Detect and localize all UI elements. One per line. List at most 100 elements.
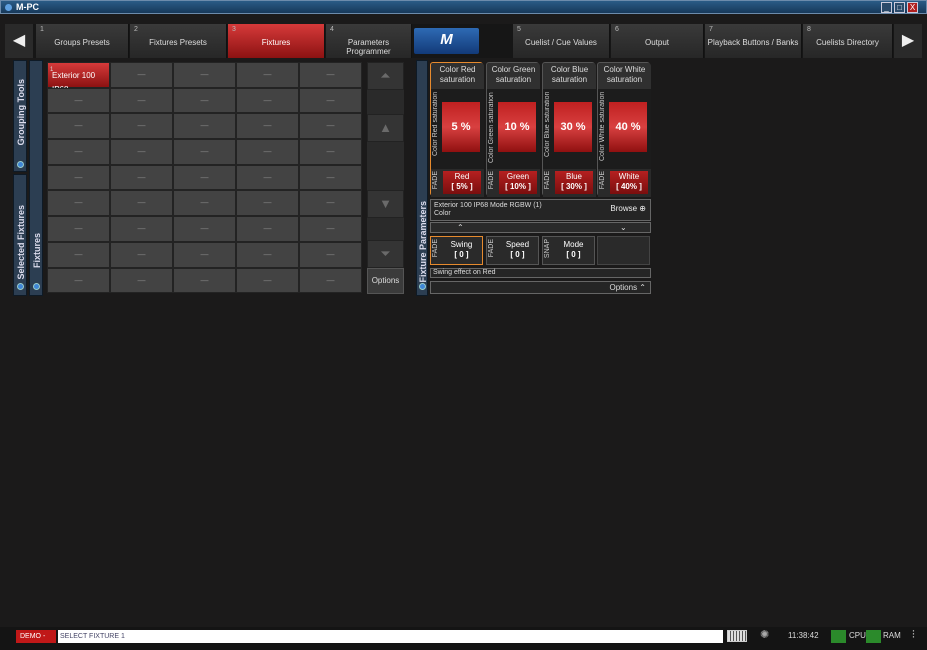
next-tab-arrow-icon[interactable]: ▶: [894, 24, 922, 58]
scroll-top-icon[interactable]: ⏶: [367, 62, 404, 90]
fixture-cell-selected[interactable]: 1Exterior 100 IP68: [47, 62, 110, 94]
tab-groups-presets[interactable]: 1 Groups Presets: [36, 24, 129, 58]
fixture-cell-empty[interactable]: —: [173, 190, 236, 217]
fixture-cell-empty[interactable]: —: [47, 164, 110, 191]
fixture-cell-empty[interactable]: —: [299, 267, 362, 294]
fixture-cell-empty[interactable]: —: [47, 87, 110, 114]
fixture-cell-empty[interactable]: —: [173, 241, 236, 268]
param-speed[interactable]: FADE Speed[ 0 ]: [486, 236, 539, 265]
fixture-cell-empty[interactable]: —: [110, 190, 173, 217]
previous-tab-arrow-icon[interactable]: ◀: [5, 24, 33, 58]
tab-output[interactable]: 6 Output: [611, 24, 704, 58]
param-card-white[interactable]: Color White saturation Color White satur…: [597, 62, 651, 197]
fixture-cell-empty[interactable]: —: [173, 113, 236, 140]
tab-fixtures-presets[interactable]: 2 Fixtures Presets: [130, 24, 227, 58]
panel-toggle-icon[interactable]: [33, 283, 40, 290]
fixture-cell-empty[interactable]: —: [173, 164, 236, 191]
fixture-cell-empty[interactable]: —: [299, 87, 362, 114]
fixture-cell-empty[interactable]: —: [299, 113, 362, 140]
param-card-green[interactable]: Color Green saturation Color Green satur…: [486, 62, 540, 197]
fixture-cell-empty[interactable]: —: [47, 113, 110, 140]
fixture-cell-empty[interactable]: —: [299, 62, 362, 88]
fixture-cell-empty[interactable]: —: [110, 164, 173, 191]
fixture-cell-empty[interactable]: —: [173, 267, 236, 294]
fixture-cell-empty[interactable]: —: [110, 216, 173, 242]
grid-options-button[interactable]: Options: [367, 268, 404, 294]
chevron-up-icon[interactable]: ⌃: [457, 223, 464, 232]
param-fade[interactable]: FADE Red[ 5% ]: [431, 169, 484, 197]
fixture-cell-empty[interactable]: —: [299, 139, 362, 165]
parameters-options-button[interactable]: Options ⌃: [430, 281, 651, 294]
tab-cuelists-directory[interactable]: 8 Cuelists Directory: [803, 24, 893, 58]
mixer-icon[interactable]: ⫶: [912, 629, 915, 642]
param-fade[interactable]: FADE Green[ 10% ]: [487, 169, 540, 197]
tab-parameters-programmer[interactable]: 4 Parameters Programmer: [326, 24, 412, 58]
minimize-button[interactable]: _: [881, 2, 892, 13]
tab-cuelist-cue-values[interactable]: 5 Cuelist / Cue Values: [513, 24, 610, 58]
demo-mode-button[interactable]: DEMO -: [16, 630, 56, 643]
fixture-cell-empty[interactable]: —: [236, 113, 299, 140]
mpc-logo-button[interactable]: M: [414, 28, 479, 54]
fixture-cell-empty[interactable]: —: [47, 241, 110, 268]
command-line-input[interactable]: SELECT FIXTURE 1: [58, 630, 723, 643]
fixture-cell-empty[interactable]: —: [236, 139, 299, 165]
fixture-cell-empty[interactable]: —: [299, 216, 362, 242]
tab-fixtures[interactable]: 3 Fixtures: [228, 24, 325, 58]
fixture-cell-empty[interactable]: —: [236, 87, 299, 114]
param-number: [ 0 ]: [566, 250, 581, 259]
fixture-cell-empty[interactable]: —: [236, 216, 299, 242]
fixture-cell-empty[interactable]: —: [299, 241, 362, 268]
grouping-tools-panel[interactable]: Grouping Tools: [13, 60, 27, 172]
browse-button[interactable]: Browse ⊕: [610, 205, 646, 213]
selected-fixtures-panel[interactable]: Selected Fixtures: [13, 174, 27, 296]
fixture-cell-empty[interactable]: —: [236, 190, 299, 217]
param-body[interactable]: Color Red saturation 5 %: [431, 89, 484, 169]
param-fade[interactable]: FADE Blue[ 30% ]: [543, 169, 596, 197]
scroll-bottom-icon[interactable]: ⏷: [367, 240, 404, 268]
chevron-down-icon[interactable]: ⌄: [620, 223, 627, 232]
param-card-red[interactable]: Color Red saturation Color Red saturatio…: [430, 62, 484, 197]
fixture-cell-empty[interactable]: —: [110, 62, 173, 88]
param-value: 5 %: [442, 102, 480, 152]
param-fade[interactable]: FADE White[ 40% ]: [598, 169, 651, 197]
fixture-cell-empty[interactable]: —: [173, 216, 236, 242]
fixture-cell-empty[interactable]: —: [47, 139, 110, 165]
param-mode[interactable]: SNAP Mode[ 0 ]: [542, 236, 595, 265]
panel-toggle-icon[interactable]: [17, 283, 24, 290]
panel-toggle-icon[interactable]: [17, 161, 24, 168]
fixture-cell-empty[interactable]: —: [236, 267, 299, 294]
panel-toggle-icon[interactable]: [419, 283, 426, 290]
fixtures-panel[interactable]: Fixtures: [29, 60, 43, 296]
close-button[interactable]: X: [907, 2, 918, 13]
fixture-cell-empty[interactable]: —: [110, 87, 173, 114]
fixture-cell-empty[interactable]: —: [110, 113, 173, 140]
fixture-cell-empty[interactable]: —: [173, 87, 236, 114]
tab-number: 3: [232, 26, 236, 33]
fixture-cell-empty[interactable]: —: [299, 190, 362, 217]
gear-icon[interactable]: ✺: [760, 628, 769, 641]
fixture-cell-empty[interactable]: —: [236, 62, 299, 88]
param-card-blue[interactable]: Color Blue saturation Color Blue saturat…: [542, 62, 596, 197]
maximize-button[interactable]: □: [894, 2, 905, 13]
fixture-cell-empty[interactable]: —: [47, 190, 110, 217]
param-body[interactable]: Color Blue saturation 30 %: [543, 89, 596, 169]
fixture-cell-empty[interactable]: —: [173, 139, 236, 165]
fixture-cell-empty[interactable]: —: [236, 164, 299, 191]
fixture-cell-empty[interactable]: —: [47, 267, 110, 294]
fixture-cell-empty[interactable]: —: [47, 216, 110, 242]
fixture-cell-empty[interactable]: —: [110, 241, 173, 268]
param-body[interactable]: Color White saturation 40 %: [598, 89, 651, 169]
fixture-cell-empty[interactable]: —: [236, 241, 299, 268]
fixture-cell-empty[interactable]: —: [299, 164, 362, 191]
fixture-cell-empty[interactable]: —: [110, 267, 173, 294]
scroll-up-icon[interactable]: ▲: [367, 114, 404, 142]
scroll-down-icon[interactable]: ▼: [367, 190, 404, 218]
param-body[interactable]: Color Green saturation 10 %: [487, 89, 540, 169]
param-swing[interactable]: FADE Swing[ 0 ]: [430, 236, 483, 265]
fade-mode-label: FADE: [544, 171, 551, 190]
fixture-cell-empty[interactable]: —: [173, 62, 236, 88]
tab-playback-buttons-banks[interactable]: 7 Playback Buttons / Banks: [705, 24, 802, 58]
fixture-parameters-panel[interactable]: Fixture Parameters: [416, 60, 428, 296]
fixture-cell-empty[interactable]: —: [110, 139, 173, 165]
keyboard-icon[interactable]: [727, 630, 747, 642]
